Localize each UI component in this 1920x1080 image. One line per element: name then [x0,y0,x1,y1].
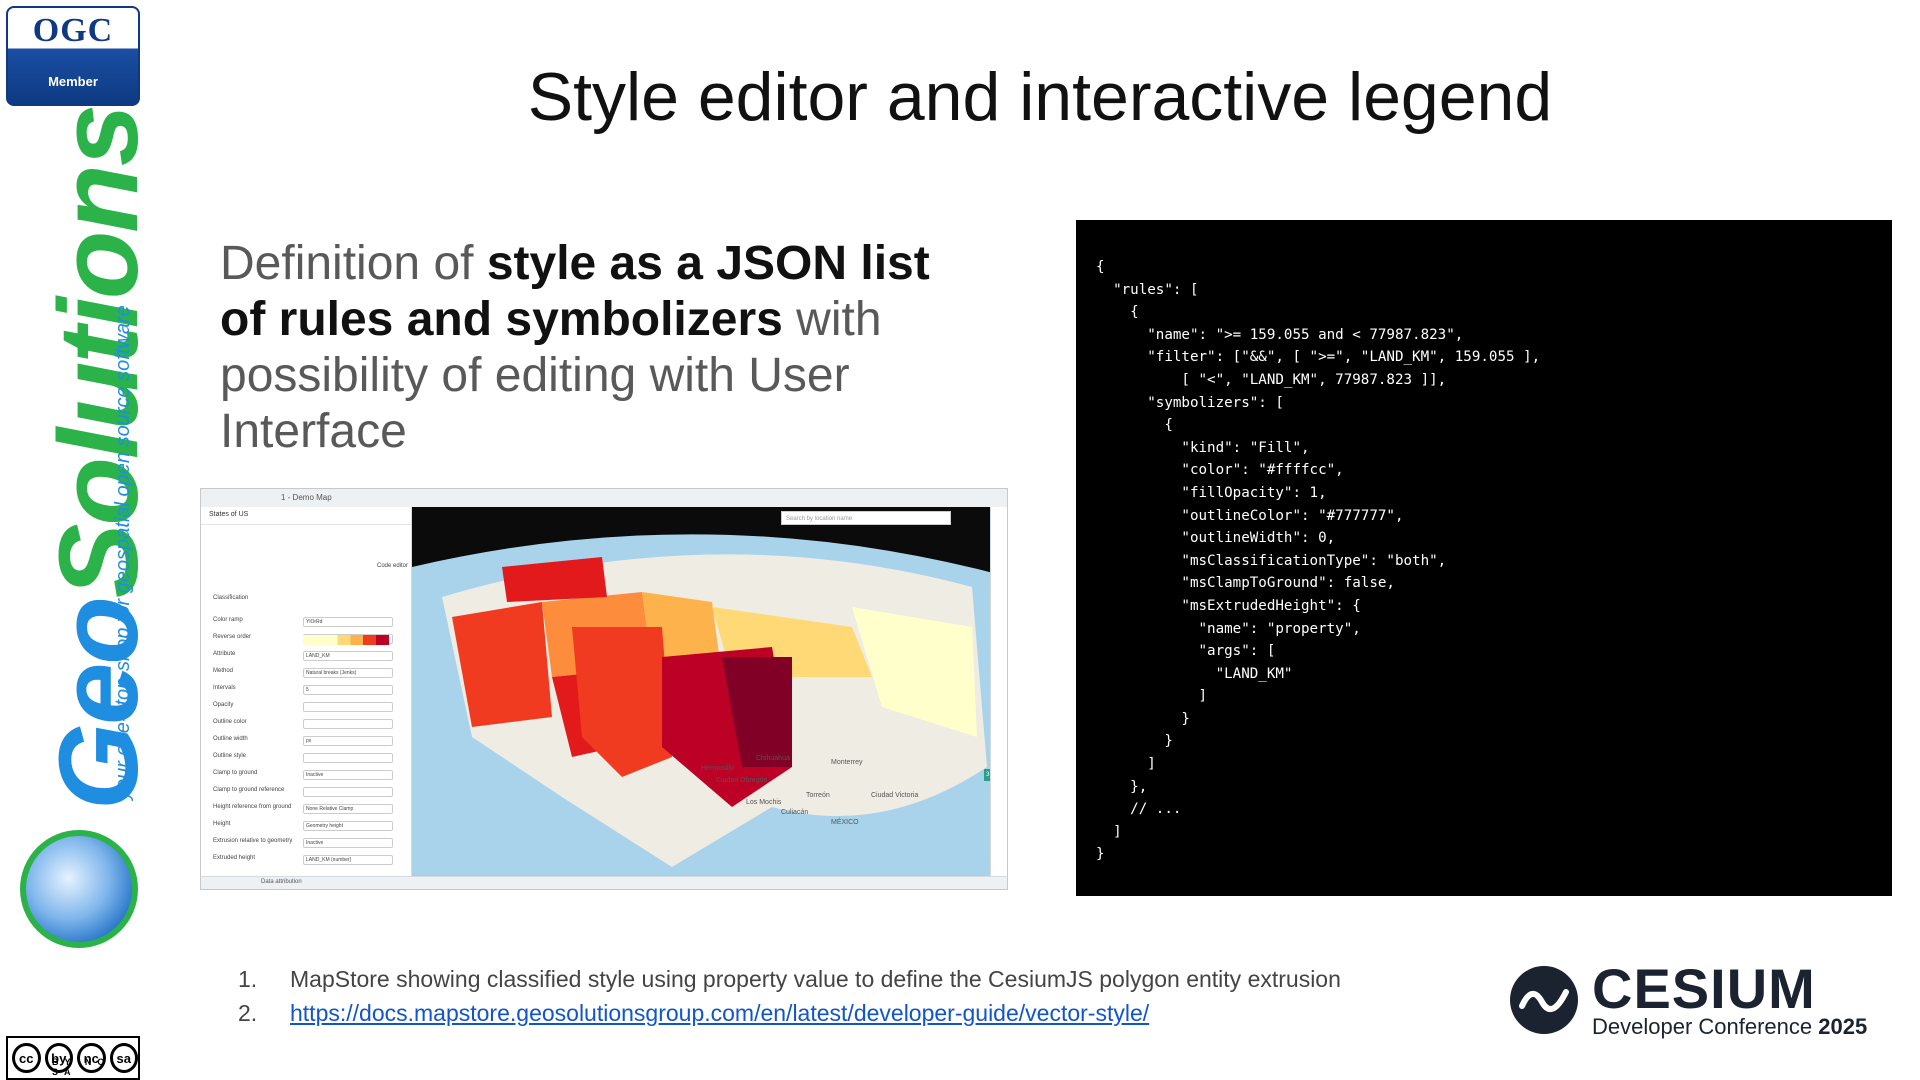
style-property-value[interactable]: 5 [303,685,393,695]
style-property-row: Clamp to ground Inactive [213,770,393,780]
description-text: Definition of [220,237,487,290]
geosolutions-wordmark: GeoSolutions [34,106,163,810]
footnote-text: MapStore showing classified style using … [290,966,1341,992]
style-property-row: Outline color [213,719,393,729]
ogc-member-logo: OGC Member [6,6,140,106]
cesium-wordmark: CESIUM [1592,957,1816,1020]
style-property-row: Opacity [213,702,393,712]
conference-label: Developer Conference [1592,1014,1813,1039]
geosolutions-wordmark-solutions: Solutions [36,105,161,599]
style-property-value[interactable]: Natural breaks (Jenks) [303,668,393,678]
bottom-bar: Data attribution [201,876,1007,889]
style-property-row: Reverse orderInactive [213,634,393,644]
map-place-label: MÉXICO [831,819,859,826]
ogc-member-label: Member [48,74,98,89]
map-place-label: Ciudad Victoria [871,792,919,799]
cc-icon: cc [12,1043,41,1073]
style-property-label: Height reference from ground [213,804,292,810]
footnote-item: 1. MapStore showing classified style usi… [238,966,1438,1000]
style-property-value[interactable]: px [303,736,393,746]
style-property-label: Height [213,821,231,827]
style-property-value[interactable]: YlOrRd [303,617,393,627]
json-style-code-block: { "rules": [ { "name": ">= 159.055 and <… [1076,220,1892,896]
style-property-label: Method [213,668,234,674]
color-ramp-swatch[interactable] [303,635,389,645]
style-property-row: Height Geometry height [213,821,393,831]
cesium-logo-icon [1510,966,1578,1034]
panel-title: States of US [201,507,411,525]
style-property-label: Intervals [213,685,236,691]
style-property-value[interactable]: LAND_KM [303,651,393,661]
style-property-value[interactable]: LAND_KM (number) [303,855,393,865]
style-property-value[interactable]: Geometry height [303,821,393,831]
conference-name: Developer Conference 2025 [1592,1014,1867,1040]
style-property-row: Clamp to ground reference [213,787,393,797]
style-property-value[interactable]: Inactive [303,770,393,780]
code-editor-link[interactable]: Code editor [377,563,408,569]
footnote-item: 2. https://docs.mapstore.geosolutionsgro… [238,1000,1438,1034]
style-editor-panel: States of US Code editor Classification … [201,507,412,879]
conference-year: 2025 [1818,1014,1868,1039]
style-property-label: Extruded height [213,855,256,861]
style-property-value[interactable]: Inactive [303,838,393,848]
footnotes: 1. MapStore showing classified style usi… [238,966,1438,1034]
style-property-value[interactable] [303,753,393,763]
slide-title: Style editor and interactive legend [527,59,1553,135]
style-property-row: Height reference from ground None Relativ… [213,804,393,814]
style-property-label: Attribute [213,651,236,657]
style-property-label: Outline style [213,753,247,759]
style-property-value[interactable] [303,787,393,797]
style-property-value[interactable] [303,702,393,712]
ogc-logo-text: OGC [32,12,114,49]
style-property-label: Extrusion relative to geometry [213,838,293,844]
style-property-value[interactable] [303,719,393,729]
globe-icon [20,830,138,948]
footnote-number: 1. [238,966,258,992]
map-place-label: Culiacán [781,809,809,816]
creative-commons-badge: cc by nc sa BY NC SA [6,1036,140,1080]
mapstore-toolbar: 1 - Demo Map [201,489,1007,508]
geosolutions-tagline: your one-stop-shop for geospatial open s… [112,305,134,800]
style-property-label: Color ramp [213,617,243,623]
style-property-row: Intervals 5 [213,685,393,695]
style-property-value[interactable]: None Relative Clamp [303,804,393,814]
style-property-row: Attribute LAND_KM [213,651,393,661]
style-property-row: Color ramp YlOrRd [213,617,393,627]
right-toolbar [990,507,1007,879]
style-property-row: Outline width px [213,736,393,746]
map-name-label: 1 - Demo Map [281,493,332,502]
style-property-row: Outline style [213,753,393,763]
map-place-label: Chihuahua [756,755,790,762]
map-place-label: Monterrey [831,759,863,766]
map-place-label: Ciudad Obregón [716,777,768,784]
style-property-label: Outline color [213,719,247,725]
geosolutions-wordmark-geo: Geo [36,598,161,810]
classification-header[interactable]: Classification [213,595,248,601]
docs-link[interactable]: https://docs.mapstore.geosolutionsgroup.… [290,1000,1149,1034]
style-property-label: Clamp to ground reference [213,787,285,793]
style-property-label: Clamp to ground [213,770,258,776]
cesium-conference-logo: CESIUM Developer Conference 2025 [1510,957,1910,1042]
map-place-label: Torreón [806,792,830,799]
style-property-row: Extrusion relative to geometry Inactive [213,838,393,848]
footnote-number: 2. [238,1000,258,1026]
style-property-row: Extruded height LAND_KM (number) [213,855,393,865]
cc-license-label: BY NC SA [52,1057,110,1077]
map-place-label: Hermosillo [701,765,735,772]
style-property-row: Method Natural breaks (Jenks) [213,668,393,678]
style-property-label: Reverse order [213,634,252,640]
map-place-label: Los Mochis [746,799,782,806]
style-property-label: Outline width [213,736,248,742]
slide-description: Definition of style as a JSON list of ru… [220,236,980,460]
map-3d-view[interactable] [412,507,1008,879]
json-code: { "rules": [ { "name": ">= 159.055 and <… [1096,259,1541,863]
attribution-label: Data attribution [261,879,302,885]
mapstore-screenshot: 1 - Demo Map States of US Code editor Cl… [200,488,1008,890]
location-search-input[interactable]: Search by location name [781,511,951,525]
style-property-label: Opacity [213,702,234,708]
